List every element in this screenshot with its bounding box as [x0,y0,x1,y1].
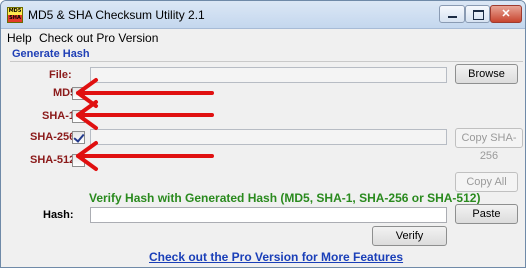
arrow-annotation-md5 [76,78,214,108]
annotation-arrows [76,78,214,171]
arrow-annotation-sha1 [76,100,214,130]
arrow-annotation-sha512 [76,141,214,171]
